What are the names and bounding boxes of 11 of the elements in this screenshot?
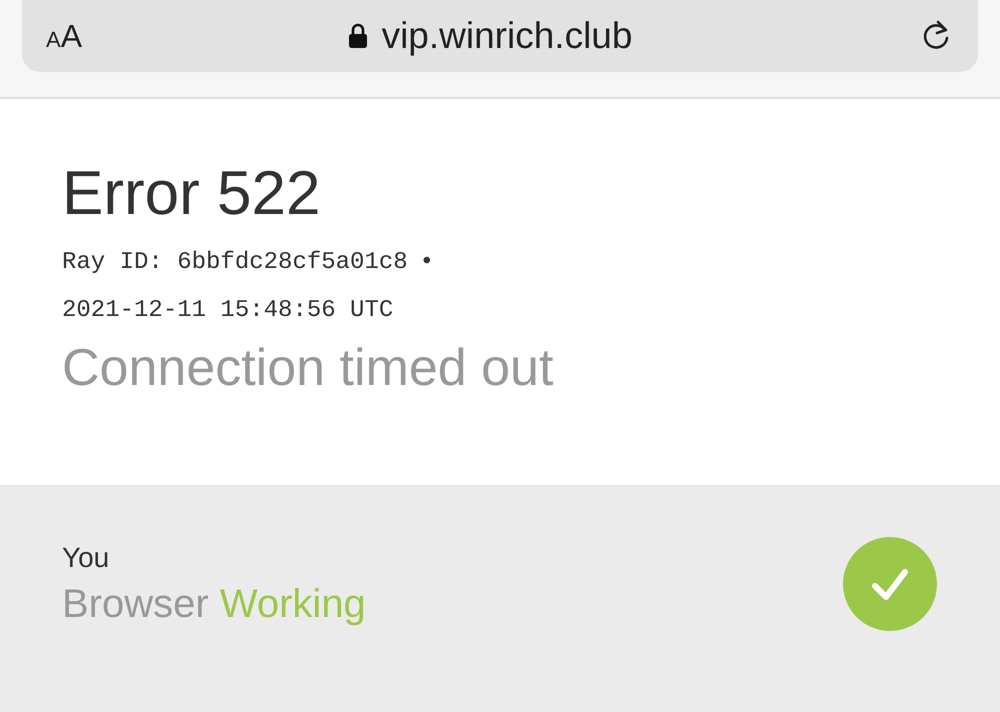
- status-state: Working: [220, 582, 366, 626]
- timestamp: 2021-12-11 15:48:56 UTC: [62, 297, 394, 324]
- status-label: You: [62, 541, 110, 575]
- text-size-button[interactable]: AA: [46, 18, 82, 54]
- url-text[interactable]: vip.winrich.club: [382, 15, 632, 57]
- separator-dot: •: [420, 249, 434, 276]
- error-title: Error 522: [62, 158, 322, 230]
- ray-id: Ray ID: 6bbfdc28cf5a01c8: [62, 249, 408, 276]
- error-message: Connection timed out: [62, 338, 554, 399]
- address-bar[interactable]: AA vip.winrich.club: [22, 0, 978, 72]
- status-name: Browser: [62, 582, 209, 626]
